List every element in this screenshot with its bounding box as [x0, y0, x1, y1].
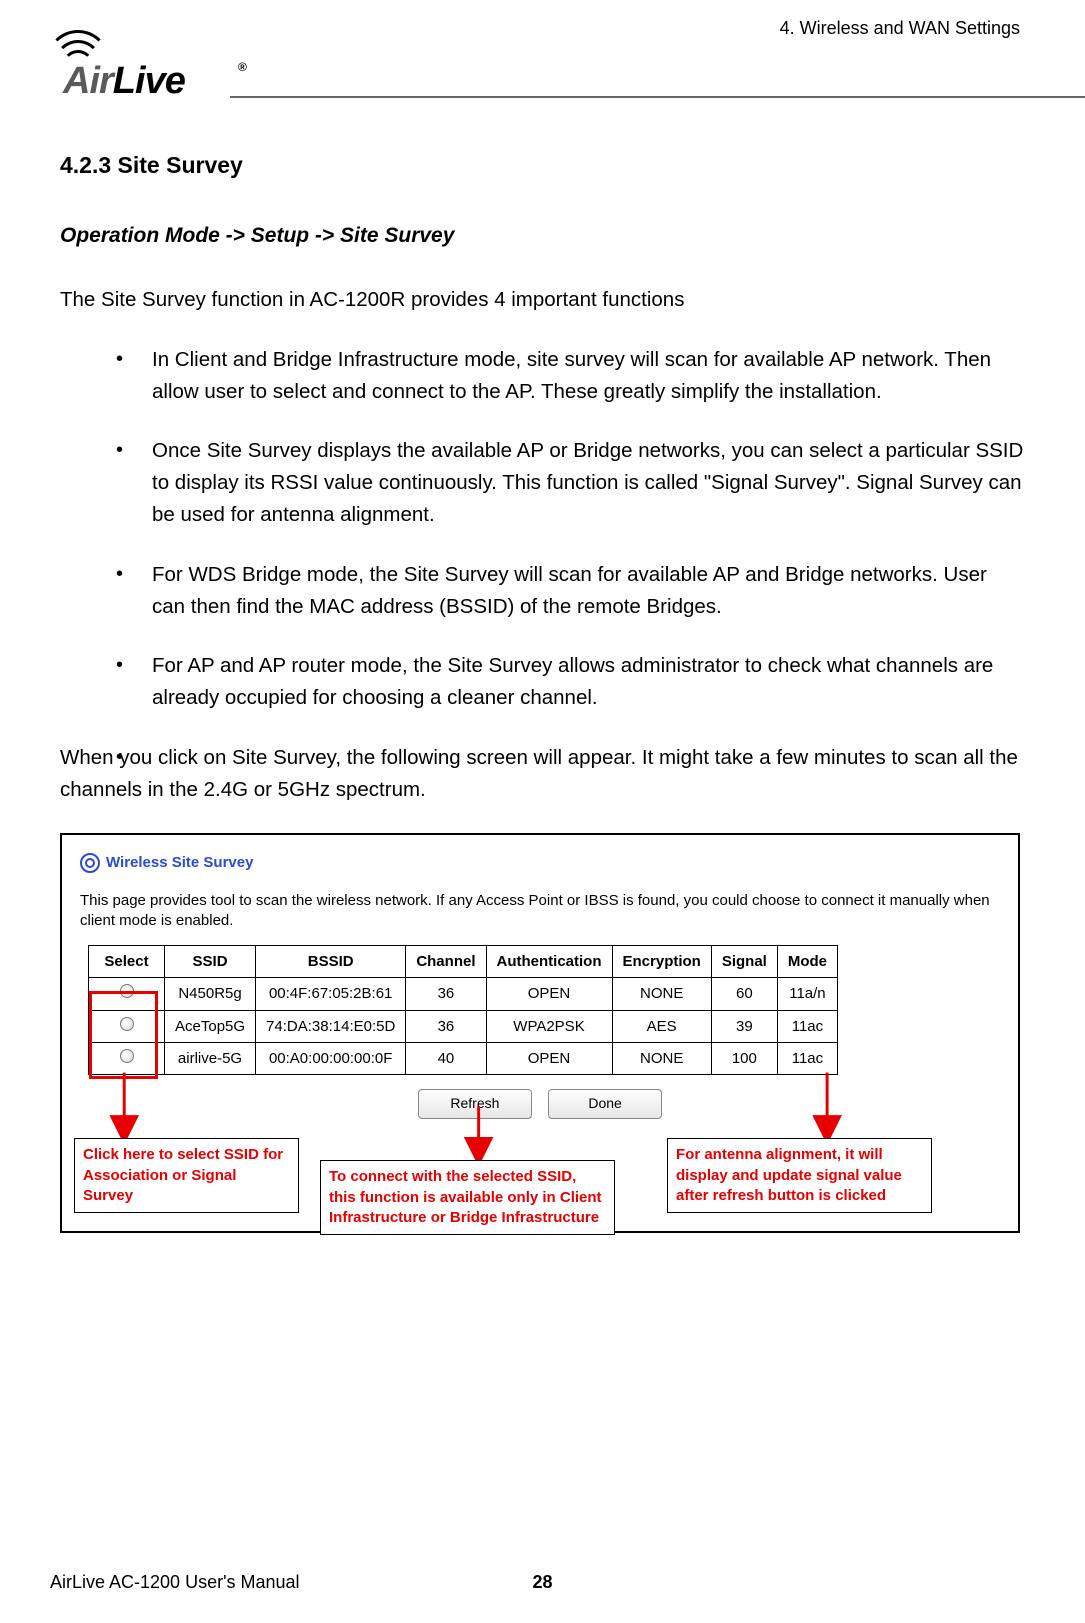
- cell-mode: 11ac: [777, 1042, 837, 1074]
- refresh-button[interactable]: Refresh: [418, 1089, 532, 1119]
- cell-signal: 39: [711, 1010, 777, 1042]
- col-signal: Signal: [711, 946, 777, 978]
- cell-mode: 11a/n: [777, 978, 837, 1010]
- cell-bssid: 00:4F:67:05:2B:61: [256, 978, 406, 1010]
- section-heading: 4.2.3 Site Survey: [60, 148, 1025, 184]
- cell-channel: 40: [406, 1042, 486, 1074]
- post-bullet-paragraph: When you click on Site Survey, the follo…: [60, 742, 1025, 806]
- cell-signal: 100: [711, 1042, 777, 1074]
- logo-live: Live: [113, 60, 185, 102]
- page: 4. Wireless and WAN Settings AirLive ® 4…: [0, 0, 1085, 1623]
- cell-ssid: airlive-5G: [165, 1042, 256, 1074]
- col-ssid: SSID: [165, 946, 256, 978]
- table-row: airlive-5G 00:A0:00:00:00:0F 40 OPEN NON…: [89, 1042, 838, 1074]
- select-radio[interactable]: [120, 1049, 134, 1063]
- bullet-item: Once Site Survey displays the available …: [108, 435, 1025, 530]
- bullet-list: In Client and Bridge Infrastructure mode…: [108, 344, 1025, 714]
- site-survey-screenshot: Wireless Site Survey This page provides …: [60, 833, 1020, 1233]
- col-select: Select: [89, 946, 165, 978]
- col-channel: Channel: [406, 946, 486, 978]
- cell-bssid: 74:DA:38:14:E0:5D: [256, 1010, 406, 1042]
- chapter-title: 4. Wireless and WAN Settings: [780, 18, 1020, 39]
- cell-enc: AES: [612, 1010, 711, 1042]
- col-mode: Mode: [777, 946, 837, 978]
- col-enc: Encryption: [612, 946, 711, 978]
- manual-title: AirLive AC-1200 User's Manual: [50, 1572, 300, 1593]
- col-auth: Authentication: [486, 946, 612, 978]
- cell-ssid: AceTop5G: [165, 1010, 256, 1042]
- cell-channel: 36: [406, 978, 486, 1010]
- panel-description: This page provides tool to scan the wire…: [62, 883, 1018, 946]
- col-bssid: BSSID: [256, 946, 406, 978]
- callout-antenna-align: For antenna alignment, it will display a…: [667, 1138, 932, 1213]
- brand-logo: AirLive ®: [35, 30, 255, 100]
- callout-select-ssid: Click here to select SSID for Associatio…: [74, 1138, 299, 1213]
- cell-auth: OPEN: [486, 978, 612, 1010]
- select-radio[interactable]: [120, 1017, 134, 1031]
- select-radio[interactable]: [120, 984, 134, 998]
- cell-enc: NONE: [612, 978, 711, 1010]
- registered-mark: ®: [238, 60, 247, 74]
- cell-enc: NONE: [612, 1042, 711, 1074]
- cell-ssid: N450R5g: [165, 978, 256, 1010]
- logo-text: AirLive: [63, 60, 185, 103]
- breadcrumb-path: Operation Mode -> Setup -> Site Survey: [60, 220, 1025, 253]
- logo-air: Air: [63, 60, 113, 102]
- table-row: N450R5g 00:4F:67:05:2B:61 36 OPEN NONE 6…: [89, 978, 838, 1010]
- done-button[interactable]: Done: [548, 1089, 662, 1119]
- bullet-item: In Client and Bridge Infrastructure mode…: [108, 344, 1025, 408]
- content-body: 4.2.3 Site Survey Operation Mode -> Setu…: [60, 148, 1025, 1233]
- cell-auth: WPA2PSK: [486, 1010, 612, 1042]
- button-row: Refresh Done: [62, 1089, 1018, 1119]
- cell-channel: 36: [406, 1010, 486, 1042]
- table-row: AceTop5G 74:DA:38:14:E0:5D 36 WPA2PSK AE…: [89, 1010, 838, 1042]
- table-header-row: Select SSID BSSID Channel Authentication…: [89, 946, 838, 978]
- intro-paragraph: The Site Survey function in AC-1200R pro…: [60, 284, 1025, 316]
- panel-title: Wireless Site Survey: [106, 851, 253, 874]
- page-number: 28: [532, 1572, 552, 1593]
- cell-auth: OPEN: [486, 1042, 612, 1074]
- target-icon: [80, 853, 100, 873]
- survey-table: Select SSID BSSID Channel Authentication…: [88, 945, 838, 1075]
- cell-signal: 60: [711, 978, 777, 1010]
- bullet-item: For AP and AP router mode, the Site Surv…: [108, 650, 1025, 714]
- bullet-item: For WDS Bridge mode, the Site Survey wil…: [108, 559, 1025, 623]
- header-divider: [230, 96, 1085, 98]
- callout-connect-ssid: To connect with the selected SSID, this …: [320, 1160, 615, 1235]
- panel-title-row: Wireless Site Survey: [62, 835, 1018, 882]
- cell-bssid: 00:A0:00:00:00:0F: [256, 1042, 406, 1074]
- cell-mode: 11ac: [777, 1010, 837, 1042]
